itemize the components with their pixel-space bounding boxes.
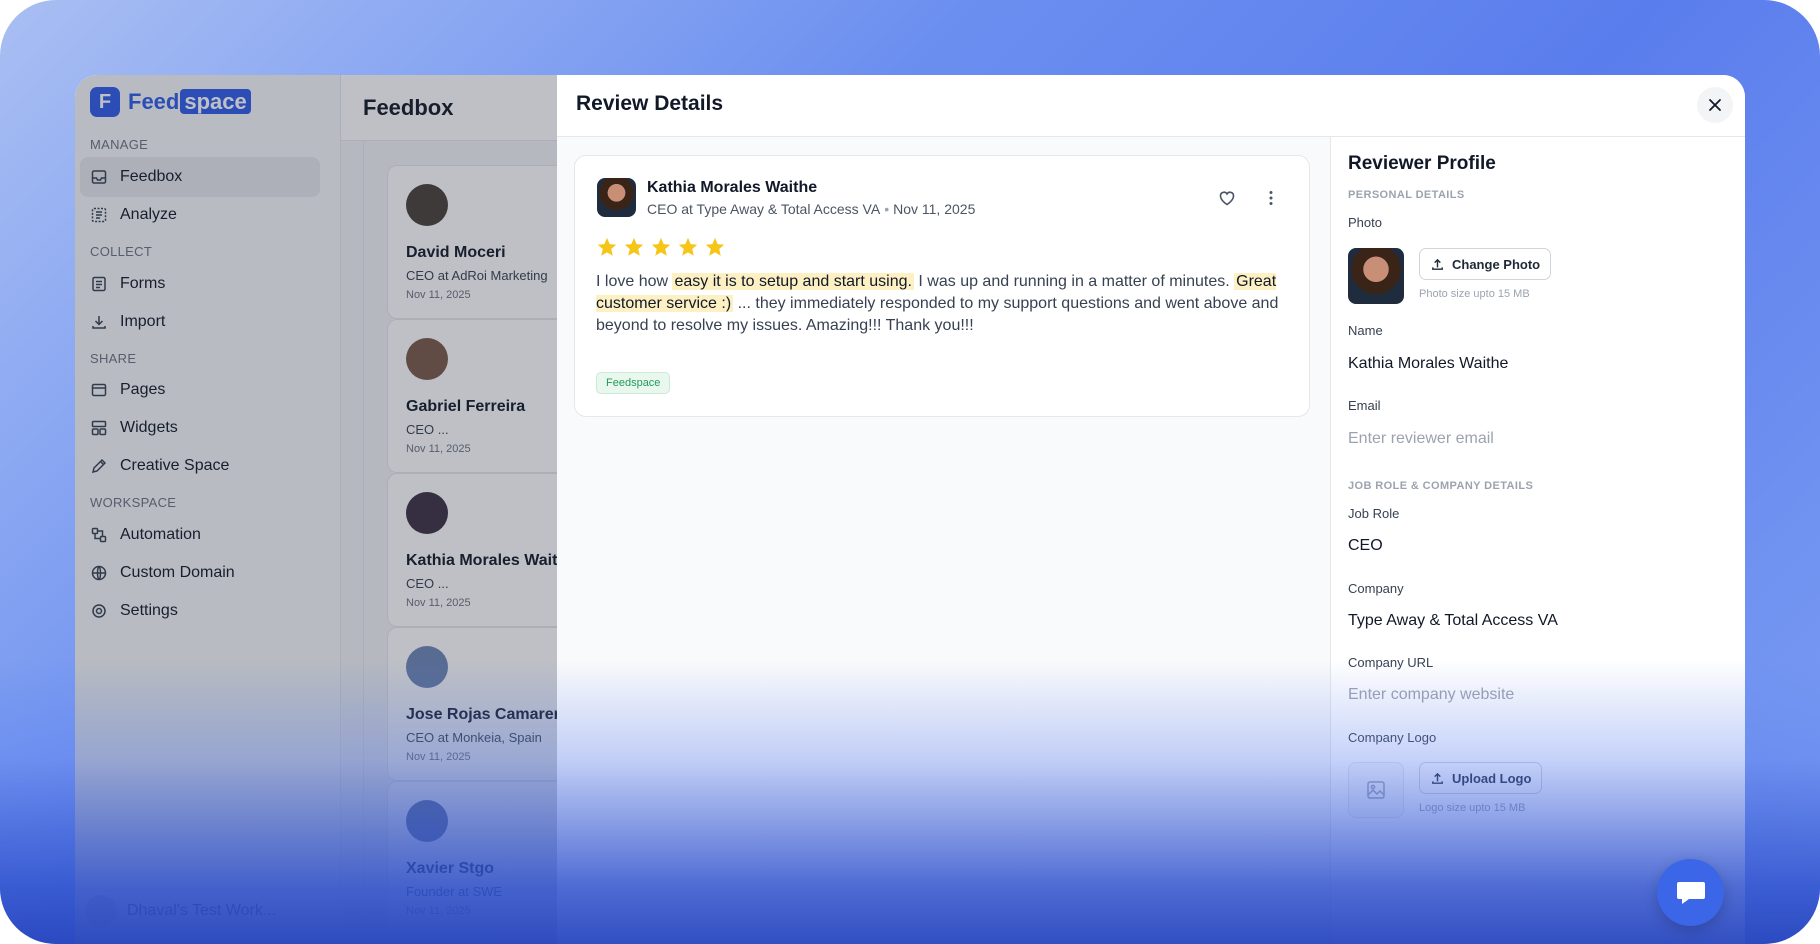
upload-logo-button[interactable]: Upload Logo xyxy=(1419,762,1543,794)
job-role-label: Job Role xyxy=(1348,506,1400,521)
panel-header: Review Details xyxy=(557,75,1745,137)
close-button[interactable] xyxy=(1697,87,1733,123)
section-personal-details: PERSONAL DETAILS xyxy=(1348,189,1465,201)
heart-icon[interactable] xyxy=(1217,188,1237,208)
image-icon xyxy=(1367,781,1385,799)
more-options-icon[interactable] xyxy=(1261,188,1281,208)
chat-icon xyxy=(1676,881,1705,904)
star-icon xyxy=(597,237,617,256)
photo-label: Photo xyxy=(1348,215,1382,230)
panel-title: Review Details xyxy=(576,92,724,115)
review-text-part: I love how xyxy=(596,273,673,290)
company-field[interactable]: Type Away & Total Access VA xyxy=(1348,612,1558,630)
background-stage: F Feed space MANAGE Feedbox Analyze COLLE… xyxy=(0,0,1820,944)
name-label: Name xyxy=(1348,323,1383,338)
photo-hint: Photo size upto 15 MB xyxy=(1419,288,1530,300)
change-photo-label: Change Photo xyxy=(1452,256,1541,272)
separator-dot: • xyxy=(884,201,890,217)
review-text: I love how easy it is to setup and start… xyxy=(596,271,1296,337)
change-photo-button[interactable]: Change Photo xyxy=(1419,248,1552,280)
company-url-label: Company URL xyxy=(1348,655,1434,670)
source-tag[interactable]: Feedspace xyxy=(596,372,671,394)
avatar xyxy=(1348,248,1404,304)
review-details-panel: Review Details Kathia Morales Waithe CEO… xyxy=(557,75,1745,944)
company-logo-label: Company Logo xyxy=(1348,730,1437,745)
star-rating xyxy=(596,236,726,258)
reviewer-role: CEO at Type Away & Total Access VA xyxy=(647,201,881,217)
close-icon xyxy=(1709,99,1721,111)
app-window: F Feed space MANAGE Feedbox Analyze COLLE… xyxy=(75,75,1745,944)
reviewer-meta: CEO at Type Away & Total Access VA • Nov 1… xyxy=(647,201,975,217)
review-date: Nov 11, 2025 xyxy=(893,201,976,217)
star-icon xyxy=(678,237,698,256)
email-label: Email xyxy=(1348,398,1381,413)
logo-hint: Logo size upto 15 MB xyxy=(1419,802,1526,814)
job-role-field[interactable]: CEO xyxy=(1348,537,1383,555)
chat-widget-button[interactable] xyxy=(1657,859,1724,926)
avatar xyxy=(597,178,636,217)
company-label: Company xyxy=(1348,581,1404,596)
star-icon xyxy=(705,237,725,256)
upload-logo-label: Upload Logo xyxy=(1452,770,1532,786)
star-icon xyxy=(651,237,671,256)
profile-title: Reviewer Profile xyxy=(1348,153,1496,174)
email-field[interactable]: Enter reviewer email xyxy=(1348,430,1494,448)
company-logo-placeholder xyxy=(1348,762,1404,818)
upload-icon xyxy=(1432,258,1443,270)
reviewer-name: Kathia Morales Waithe xyxy=(647,179,818,196)
name-field[interactable]: Kathia Morales Waithe xyxy=(1348,355,1508,373)
section-job-company: JOB ROLE & COMPANY DETAILS xyxy=(1348,480,1534,492)
reviewer-profile: Reviewer Profile PERSONAL DETAILS Photo … xyxy=(1330,137,1745,944)
review-card: Kathia Morales Waithe CEO at Type Away &… xyxy=(574,155,1310,417)
review-highlight: easy it is to setup and start using. xyxy=(672,273,914,290)
star-icon xyxy=(624,237,644,256)
company-url-field[interactable]: Enter company website xyxy=(1348,686,1514,704)
review-area: Kathia Morales Waithe CEO at Type Away &… xyxy=(557,137,1330,944)
upload-icon xyxy=(1432,772,1443,784)
review-text-part: I was up and running in a matter of minu… xyxy=(913,273,1235,290)
